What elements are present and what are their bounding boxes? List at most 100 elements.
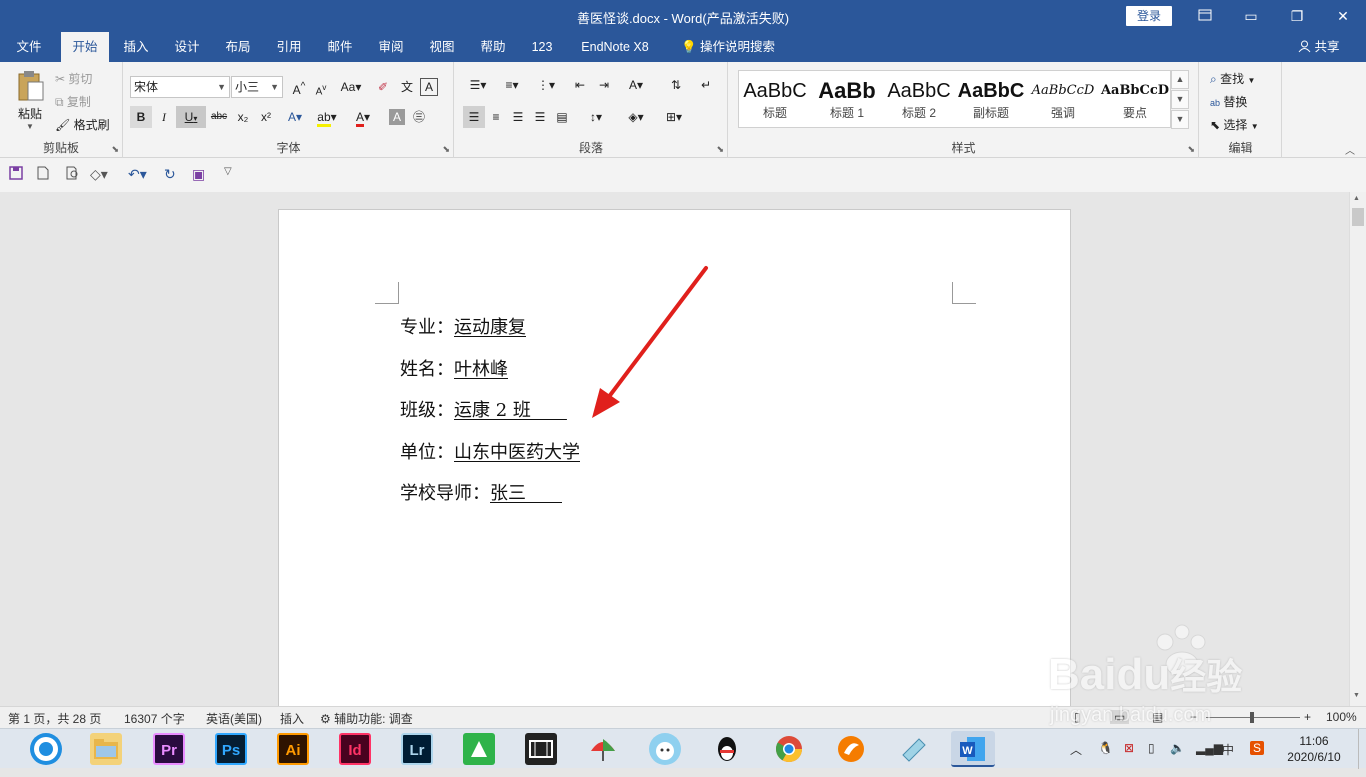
clock[interactable]: 11:06 2020/6/10 — [1282, 733, 1346, 765]
highlight-icon[interactable]: ab▾ — [316, 106, 338, 128]
font-launcher-icon[interactable]: ⬊ — [442, 144, 450, 155]
photoshop-icon[interactable]: Ps — [215, 733, 247, 765]
tell-me-search[interactable]: 💡 操作说明搜索 — [672, 32, 784, 62]
style-emphasis[interactable]: AaBbCcD 强调 — [1027, 71, 1099, 129]
umbrella-app-icon[interactable] — [587, 733, 619, 765]
login-button[interactable]: 登录 — [1126, 6, 1172, 26]
shading-icon[interactable]: ◈▾ — [621, 106, 651, 128]
sogou-ime-icon[interactable]: S — [1250, 741, 1265, 755]
clipboard-launcher-icon[interactable]: ⬊ — [111, 144, 119, 155]
web-layout-icon[interactable]: ▤ — [1152, 710, 1163, 724]
replace-button[interactable]: ab 替换 — [1210, 93, 1247, 110]
select-button[interactable]: ⬉ 选择 ▼ — [1210, 116, 1259, 133]
underline-button[interactable]: U▾ — [176, 106, 206, 128]
align-left-icon[interactable]: ☰ — [463, 106, 485, 128]
tab-mailings[interactable]: 邮件 — [318, 32, 362, 62]
vertical-scrollbar[interactable]: ▲ ▼ — [1349, 192, 1366, 706]
qq-icon[interactable] — [711, 733, 743, 765]
collapse-ribbon-icon[interactable]: ︿ — [1345, 142, 1355, 157]
paste-button[interactable]: 粘贴 ▼ — [12, 70, 48, 131]
share-button[interactable]: 共享 — [1298, 32, 1340, 62]
gallery-down-icon[interactable]: ▼ — [1171, 90, 1189, 109]
character-shading-icon[interactable]: A — [389, 109, 405, 125]
bullets-icon[interactable]: ☰▾ — [463, 74, 493, 96]
indesign-icon[interactable]: Id — [339, 733, 371, 765]
format-painter-button[interactable]: 🖌 格式刷 — [55, 116, 110, 133]
tab-file[interactable]: 文件 — [6, 32, 52, 62]
gallery-more-icon[interactable]: ▼ — [1171, 110, 1189, 129]
clear-formatting-icon[interactable]: ✐ — [372, 76, 394, 98]
zoom-in-icon[interactable]: + — [1304, 710, 1311, 724]
font-color-icon[interactable]: A▾ — [352, 106, 374, 128]
insert-mode[interactable]: 插入 — [280, 710, 304, 727]
tab-endnote[interactable]: EndNote X8 — [572, 32, 658, 62]
enclose-characters-icon[interactable]: ㊂ — [408, 106, 430, 128]
borders-icon[interactable]: ⊞▾ — [659, 106, 689, 128]
paragraph-launcher-icon[interactable]: ⬊ — [716, 144, 724, 155]
chrome-icon[interactable] — [773, 733, 805, 765]
tab-home[interactable]: 开始 — [61, 32, 109, 62]
input-method-indicator[interactable]: 中 — [1222, 741, 1234, 758]
undo-icon[interactable]: ↶▾ — [128, 166, 147, 183]
zoom-slider-thumb[interactable] — [1250, 712, 1254, 723]
justify-icon[interactable]: ☰ — [529, 106, 551, 128]
scroll-down-icon[interactable]: ▼ — [1353, 692, 1360, 699]
redo-icon[interactable]: ↻ — [164, 166, 176, 183]
page-count[interactable]: 第 1 页，共 28 页 — [8, 710, 101, 727]
green-app-icon[interactable] — [463, 733, 495, 765]
lightroom-icon[interactable]: Lr — [401, 733, 433, 765]
illustrator-icon[interactable]: Ai — [277, 733, 309, 765]
word-taskbar-icon[interactable]: W — [951, 731, 995, 767]
phonetic-guide-icon[interactable]: 文 — [396, 76, 418, 98]
shrink-font-button[interactable]: Av — [310, 76, 332, 98]
multilevel-list-icon[interactable]: ⋮▾ — [531, 74, 561, 96]
read-mode-icon[interactable]: ▯ — [1074, 710, 1081, 724]
save-icon[interactable] — [9, 166, 23, 183]
font-name-combo[interactable]: 宋体 ▼ — [130, 76, 230, 98]
paste-dropdown-icon[interactable]: ▼ — [12, 122, 48, 131]
tab-layout[interactable]: 布局 — [216, 32, 260, 62]
browser-icon[interactable] — [30, 733, 62, 765]
customize-qat-icon[interactable]: ▽ — [224, 166, 232, 177]
style-strong[interactable]: AaBbCcD 要点 — [1099, 71, 1171, 129]
find-button[interactable]: ⌕ 查找 ▼ — [1210, 70, 1255, 87]
touch-mode-icon[interactable]: ◇▾ — [90, 166, 108, 183]
tab-help[interactable]: 帮助 — [471, 32, 515, 62]
increase-indent-icon[interactable]: ⇥ — [593, 74, 615, 96]
numbering-icon[interactable]: ≡▾ — [497, 74, 527, 96]
tab-view[interactable]: 视图 — [420, 32, 464, 62]
language-indicator[interactable]: 英语(美国) — [206, 710, 262, 727]
show-marks-icon[interactable]: ↵ — [695, 74, 717, 96]
ribbon-display-options-icon[interactable] — [1182, 0, 1228, 32]
text-effects-icon[interactable]: A▾ — [284, 106, 306, 128]
accessibility-checker[interactable]: ⚙ 辅助功能: 调查 — [320, 710, 413, 727]
tab-design[interactable]: 设计 — [165, 32, 209, 62]
scroll-up-icon[interactable]: ▲ — [1353, 195, 1360, 202]
security-tray-icon[interactable]: ⊠ — [1124, 741, 1134, 755]
style-subtitle[interactable]: AaBbC 副标题 — [955, 71, 1027, 129]
network-icon[interactable]: ▂▄▆ — [1196, 741, 1223, 755]
subscript-button[interactable]: x₂ — [232, 106, 254, 128]
styles-launcher-icon[interactable]: ⬊ — [1187, 144, 1195, 155]
tab-references[interactable]: 引用 — [267, 32, 311, 62]
tab-123[interactable]: 123 — [522, 32, 562, 62]
change-case-button[interactable]: Aa▾ — [336, 76, 366, 98]
zoom-out-icon[interactable]: − — [1190, 710, 1197, 724]
view-icon[interactable]: ▣ — [192, 166, 205, 183]
notes-app-icon[interactable] — [897, 733, 929, 765]
premiere-icon[interactable]: Pr — [153, 733, 185, 765]
superscript-button[interactable]: x² — [255, 106, 277, 128]
bold-button[interactable]: B — [130, 106, 152, 128]
restore-button[interactable]: ❐ — [1274, 0, 1320, 32]
show-hidden-icons-icon[interactable]: ︿ — [1070, 741, 1082, 758]
minimize-button[interactable]: ▭ — [1228, 0, 1274, 32]
video-editor-icon[interactable] — [525, 733, 557, 765]
grow-font-button[interactable]: A^ — [288, 76, 310, 98]
decrease-indent-icon[interactable]: ⇤ — [569, 74, 591, 96]
cut-button[interactable]: ✂ 剪切 — [55, 70, 92, 87]
style-heading-2[interactable]: AaBbC 标题 2 — [883, 71, 955, 129]
device-tray-icon[interactable]: ▯ — [1148, 741, 1155, 755]
style-title[interactable]: AaBbC 标题 — [739, 71, 811, 129]
tab-insert[interactable]: 插入 — [114, 32, 158, 62]
character-border-icon[interactable]: A — [420, 78, 438, 96]
